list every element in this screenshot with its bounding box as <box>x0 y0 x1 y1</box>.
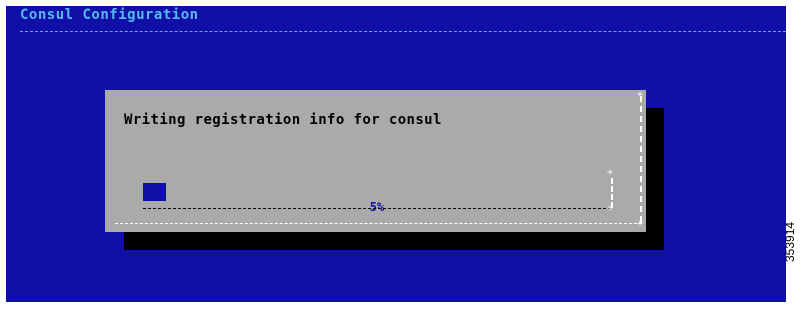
screen-title: Consul Configuration <box>20 7 199 23</box>
progress-dialog: + + Writing registration info for consul… <box>105 90 646 232</box>
dialog-border-bottom <box>115 223 642 224</box>
gauge-corner-top-right: + <box>607 167 614 178</box>
figure-id-label: 353914 <box>783 221 797 262</box>
dialog-message: Writing registration info for consul <box>124 112 442 128</box>
gauge-border-bottom <box>143 208 611 209</box>
dialog-corner-bottom-right: + <box>636 218 643 229</box>
progress-bar: 5% <box>143 183 611 214</box>
terminal-screen: Consul Configuration + + Writing registr… <box>6 6 786 302</box>
progress-percent: 5% <box>369 200 385 214</box>
dialog-border-right <box>640 96 642 222</box>
title-divider <box>20 31 786 32</box>
progress-gauge: + 5% + <box>143 168 613 214</box>
gauge-corner-bottom-right: + <box>607 203 614 214</box>
progress-bar-fill <box>143 183 167 201</box>
